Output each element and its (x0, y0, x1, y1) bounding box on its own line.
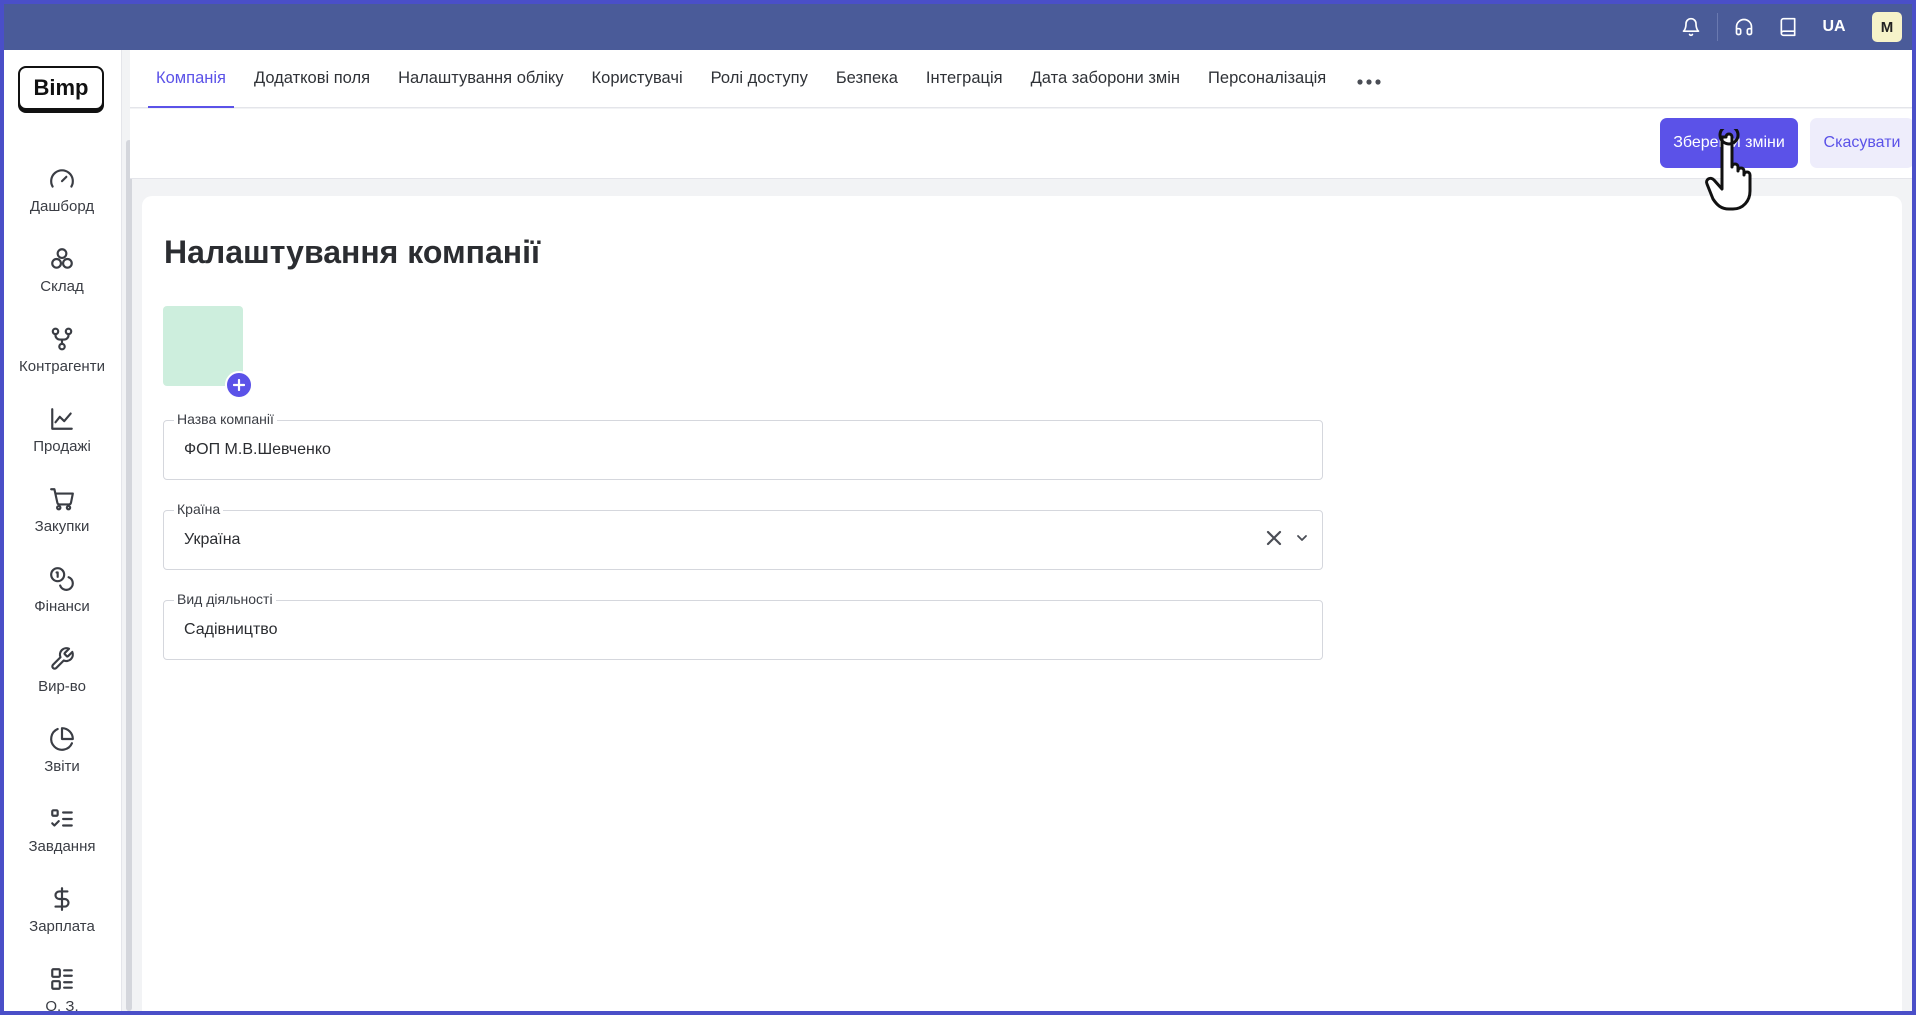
sidebar-item-label: Вир-во (38, 677, 86, 695)
upload-logo-button[interactable] (225, 371, 253, 399)
cancel-button[interactable]: Скасувати (1810, 118, 1912, 168)
support-button[interactable] (1722, 4, 1766, 50)
coins-icon (50, 566, 74, 591)
top-bar: UA M (4, 4, 1912, 50)
hand-cursor-icon (1705, 129, 1752, 211)
activity-type-value[interactable]: Садівництво (184, 601, 278, 659)
headset-icon (1735, 18, 1753, 36)
network-icon (51, 327, 73, 350)
more-dots-icon (1357, 78, 1381, 85)
tab-users[interactable]: Користувачі (578, 50, 697, 108)
sidebar-item-label: Продажі (33, 437, 91, 455)
notifications-button[interactable] (1669, 4, 1713, 50)
plus-icon (233, 379, 245, 391)
tab-access-roles[interactable]: Ролі доступу (697, 50, 822, 108)
country-controls (1266, 511, 1308, 569)
action-bar: Зберегти зміни Скасувати (130, 109, 1912, 179)
sidebar-item-dashboard[interactable]: Дашборд (4, 150, 120, 230)
docs-button[interactable] (1766, 4, 1810, 50)
sidebar-item-label: Звіти (44, 757, 80, 775)
company-name-field[interactable]: Назва компанії ФОП М.В.Шевченко (163, 411, 1323, 480)
sidebar: Bimp Дашборд Склад Контрагенти Продажі З… (4, 50, 122, 1011)
sidebar-item-reports[interactable]: Звіти (4, 710, 120, 790)
top-bar-actions: UA M (1669, 4, 1902, 50)
more-tabs-button[interactable] (1340, 66, 1398, 92)
tab-accounting-settings[interactable]: Налаштування обліку (384, 50, 577, 108)
country-select[interactable]: Країна Україна (163, 501, 1323, 570)
tab-integration[interactable]: Інтеграція (912, 50, 1017, 108)
sidebar-item-salary[interactable]: Зарплата (4, 870, 120, 950)
boxes-icon (51, 247, 73, 269)
cart-icon (50, 487, 74, 510)
app-logo[interactable]: Bimp (18, 66, 104, 110)
sidebar-item-sales[interactable]: Продажі (4, 390, 120, 470)
tab-personalization[interactable]: Персоналізація (1194, 50, 1340, 108)
clear-selection-button[interactable] (1266, 530, 1282, 551)
sidebar-item-label: Зарплата (29, 917, 95, 935)
avatar[interactable]: M (1872, 12, 1902, 42)
sidebar-item-label: Контрагенти (19, 357, 105, 375)
tab-lock-date[interactable]: Дата заборони змін (1017, 50, 1194, 108)
chevron-down-icon (1297, 535, 1307, 541)
country-dropdown-toggle[interactable] (1296, 531, 1308, 549)
settings-tabs: Компанія Додаткові поля Налаштування обл… (130, 50, 1912, 108)
sidebar-item-label: Завдання (28, 837, 96, 855)
sidebar-item-tasks[interactable]: Завдання (4, 790, 120, 870)
sidebar-item-label: Склад (40, 277, 84, 295)
sidebar-item-label: Фінанси (34, 597, 90, 615)
sidebar-nav: Дашборд Склад Контрагенти Продажі Закупк… (4, 150, 120, 1011)
pie-chart-icon (50, 726, 74, 751)
sidebar-item-purchases[interactable]: Закупки (4, 470, 120, 550)
app-window: UA M Bimp Дашборд Склад Контрагенти Прод… (4, 4, 1912, 1011)
company-settings-card: Налаштування компанії Назва компанії ФОП… (142, 196, 1902, 1011)
company-name-value[interactable]: ФОП М.В.Шевченко (184, 421, 331, 479)
checklist-icon (51, 808, 73, 827)
sidebar-item-fixed-assets[interactable]: О. З. (4, 950, 120, 1011)
book-icon (1780, 17, 1796, 37)
close-icon (1266, 530, 1282, 545)
sidebar-item-label: Закупки (34, 517, 90, 535)
tab-company[interactable]: Компанія (142, 50, 240, 108)
country-value[interactable]: Україна (184, 511, 240, 569)
sidebar-item-contractors[interactable]: Контрагенти (4, 310, 120, 390)
sidebar-item-label: О. З. (45, 997, 79, 1012)
tab-custom-fields[interactable]: Додаткові поля (240, 50, 384, 108)
gauge-icon (50, 168, 74, 188)
tab-security[interactable]: Безпека (822, 50, 912, 108)
sidebar-item-production[interactable]: Вир-во (4, 630, 120, 710)
wrench-icon (51, 646, 74, 670)
grid-list-icon (51, 967, 73, 990)
sidebar-item-label: Дашборд (29, 197, 95, 215)
activity-type-field[interactable]: Вид діяльності Садівництво (163, 591, 1323, 660)
language-switch[interactable]: UA (1810, 18, 1858, 36)
dollar-icon (54, 886, 70, 911)
sidebar-item-finance[interactable]: Фінанси (4, 550, 120, 630)
sidebar-item-warehouse[interactable]: Склад (4, 230, 120, 310)
sidebar-scrollbar[interactable] (126, 140, 132, 1011)
page-title: Налаштування компанії (164, 234, 540, 270)
line-chart-icon (51, 407, 73, 430)
top-bar-divider (1717, 13, 1718, 41)
bell-icon (1682, 17, 1700, 37)
